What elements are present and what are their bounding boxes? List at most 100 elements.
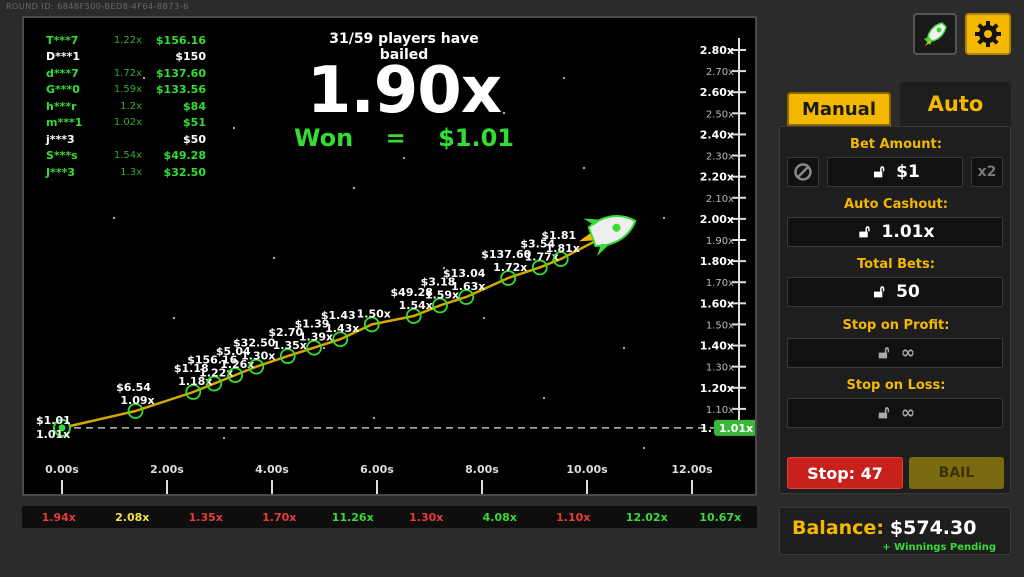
history-multiplier: 12.02x (625, 510, 668, 524)
player-row: D***1 $150 (46, 49, 206, 66)
y-tick-label: 1.90x (706, 236, 734, 247)
player-row: j***3 $50 (46, 131, 206, 148)
x-tick-label: 0.00s (45, 463, 79, 476)
start-win-label: $1.01 (36, 414, 71, 427)
history-multiplier: 1.35x (188, 510, 223, 524)
player-winnings: $32.50 (163, 165, 206, 179)
y-tick-label: 2.20x (700, 171, 734, 184)
player-row: d***7 1.72x $137.60 (46, 65, 206, 82)
tab-auto[interactable]: Auto (900, 82, 1011, 126)
player-name: D***1 (46, 50, 81, 64)
player-winnings: $50 (183, 132, 206, 146)
game-screen: ROUND ID: 6848F500-BED8-4F64-8B73-6 2.80… (0, 0, 1024, 577)
player-multiplier: 1.22x (113, 34, 142, 46)
cashout-mult-label: 1.09x (120, 394, 154, 407)
star-dot (172, 316, 176, 320)
y-tick-label: 2.30x (706, 152, 734, 163)
current-multiplier: 1.90x (306, 54, 502, 128)
balance-label: Balance: (792, 517, 884, 539)
bail-button[interactable]: BAIL (909, 457, 1004, 489)
y-tick-label: 1.70x (706, 278, 734, 289)
balance-value: $574.30 (889, 517, 977, 539)
balance-panel: Balance: $574.30 + Winnings Pending (779, 507, 1011, 555)
stop-on-loss-value: ∞ (900, 403, 916, 423)
rocket-icon (924, 22, 947, 46)
player-multiplier: 1.3x (120, 166, 142, 178)
player-winnings: $84 (183, 99, 206, 113)
player-name: J***3 (46, 165, 76, 179)
y-tick-label: 1.40x (700, 340, 734, 353)
player-winnings: $133.56 (155, 83, 206, 97)
star-dot (322, 346, 326, 350)
y-tick-label: 2.40x (700, 128, 734, 141)
y-tick-label: 2.70x (706, 67, 734, 78)
bet-amount-value: $1 (896, 162, 920, 182)
auto-cashout-input[interactable]: 🔓︎ 1.01x (787, 217, 1003, 247)
player-row: h***r 1.2x $84 (46, 98, 206, 115)
cashout-mult-label: 1.30x (241, 350, 275, 363)
stop-auto-button[interactable]: Stop: 47 (787, 457, 903, 489)
auto-cashout-label: Auto Cashout: (844, 197, 948, 212)
player-row: T***7 1.22x $156.16 (46, 32, 206, 49)
multiplier-history-bar: 1.94x 2.08x 1.35x 1.70x 11.26x 1.30x 4.08x 1.10… (22, 506, 757, 528)
y-tick-label: 2.80x (700, 44, 734, 57)
won-equals: = (385, 124, 406, 152)
double-bet-button[interactable]: x2 (971, 157, 1003, 187)
player-winnings: $156.16 (155, 33, 206, 47)
settings-button[interactable] (965, 13, 1011, 55)
player-row: S***s 1.54x $49.28 (46, 148, 206, 165)
star-dot (482, 316, 486, 320)
players-list: T***7 1.22x $156.16 D***1 $150 d***7 1.72x $137… (46, 32, 206, 181)
y-tick-label: 1.30x (706, 363, 734, 374)
stop-on-loss-input[interactable]: 🔓︎ ∞ (787, 398, 1003, 428)
stop-on-loss-label: Stop on Loss: (846, 378, 946, 393)
y-tick-label: 1.60x (700, 297, 734, 310)
cashout-mult-label: 1.43x (325, 322, 359, 335)
history-multiplier: 11.26x (331, 510, 374, 524)
lock-icon: 🔓︎ (873, 162, 885, 182)
balance-display: Balance: $574.30 (792, 517, 976, 539)
star-dot (622, 346, 626, 350)
total-bets-input[interactable]: 🔓︎ 50 (787, 277, 1003, 307)
lock-icon: 🔓︎ (873, 282, 885, 302)
history-multiplier: 10.67x (699, 510, 742, 524)
clear-bet-button[interactable] (787, 157, 819, 187)
player-name: d***7 (46, 66, 79, 80)
game-canvas: 2.80x 2.70x 2.60x 2.50x 2.40x 2.30x 2.20x 2.10x… (22, 16, 757, 496)
star-dot (562, 76, 566, 80)
player-row: G***0 1.59x $133.56 (46, 82, 206, 99)
player-multiplier: 1.02x (113, 117, 142, 129)
rocket-toggle-button[interactable] (913, 13, 957, 55)
start-mult-label: 1.01x (36, 428, 70, 441)
star-dot (372, 416, 376, 420)
star-dot (542, 396, 546, 400)
stop-on-profit-input[interactable]: 🔓︎ ∞ (787, 338, 1003, 368)
lock-icon: 🔓︎ (859, 222, 871, 242)
y-tick-label: 2.00x (700, 213, 734, 226)
tab-manual[interactable]: Manual (787, 92, 891, 126)
history-multiplier: 1.70x (262, 510, 297, 524)
auto-bet-panel: Bet Amount: 🔓︎ $1 x2 Auto Cashout: 🔓︎ 1.… (779, 126, 1011, 494)
star-dot (402, 156, 406, 160)
star-dot (352, 186, 356, 190)
stop-on-profit-label: Stop on Profit: (842, 318, 950, 333)
y-tick-label: 1.10x (706, 405, 734, 416)
player-name: j***3 (46, 132, 75, 146)
winnings-pending: + Winnings Pending (882, 542, 996, 553)
axis-badge-label: 1.01x (719, 422, 753, 435)
star-dot (112, 216, 116, 220)
star-dot (232, 126, 236, 130)
won-display: Won = $1.01 (294, 124, 514, 152)
history-multiplier: 1.94x (41, 510, 76, 524)
bet-amount-input[interactable]: 🔓︎ $1 (827, 157, 963, 187)
player-row: m***1 1.02x $51 (46, 115, 206, 132)
y-tick-label: 1.50x (706, 320, 734, 331)
cashout-win-label: $6.54 (116, 381, 151, 394)
star-dot (642, 446, 646, 450)
player-name: S***s (46, 149, 78, 163)
round-id: ROUND ID: 6848F500-BED8-4F64-8B73-6 (6, 2, 189, 11)
y-tick-label: 2.60x (700, 86, 734, 99)
player-winnings: $49.28 (163, 149, 206, 163)
cashout-win-label: $1.43 (321, 309, 356, 322)
y-tick-label: 2.50x (706, 109, 734, 120)
